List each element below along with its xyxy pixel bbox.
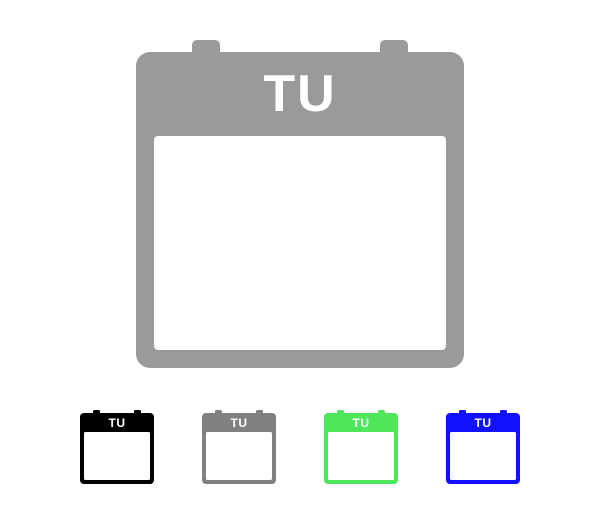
calendar-tuesday-icon-variant-blue: TU xyxy=(446,413,520,484)
calendar-day-label: TU xyxy=(202,413,276,432)
calendar-day-label: TU xyxy=(446,413,520,432)
calendar-tuesday-icon: TU xyxy=(136,52,464,368)
calendar-tuesday-icon-variant-black: TU xyxy=(80,413,154,484)
calendar-tuesday-icon-variant-gray: TU xyxy=(202,413,276,484)
calendar-page-body xyxy=(328,432,394,480)
calendar-day-label: TU xyxy=(324,413,398,432)
calendar-page-body xyxy=(154,136,446,350)
calendar-tuesday-icon-variant-green: TU xyxy=(324,413,398,484)
icon-preview-canvas: TU TU TU TU xyxy=(0,0,600,524)
calendar-day-label: TU xyxy=(136,52,464,136)
color-variant-row: TU TU TU TU xyxy=(0,413,600,484)
calendar-page-body xyxy=(206,432,272,480)
calendar-page-body xyxy=(84,432,150,480)
calendar-page-body xyxy=(450,432,516,480)
calendar-day-label: TU xyxy=(80,413,154,432)
